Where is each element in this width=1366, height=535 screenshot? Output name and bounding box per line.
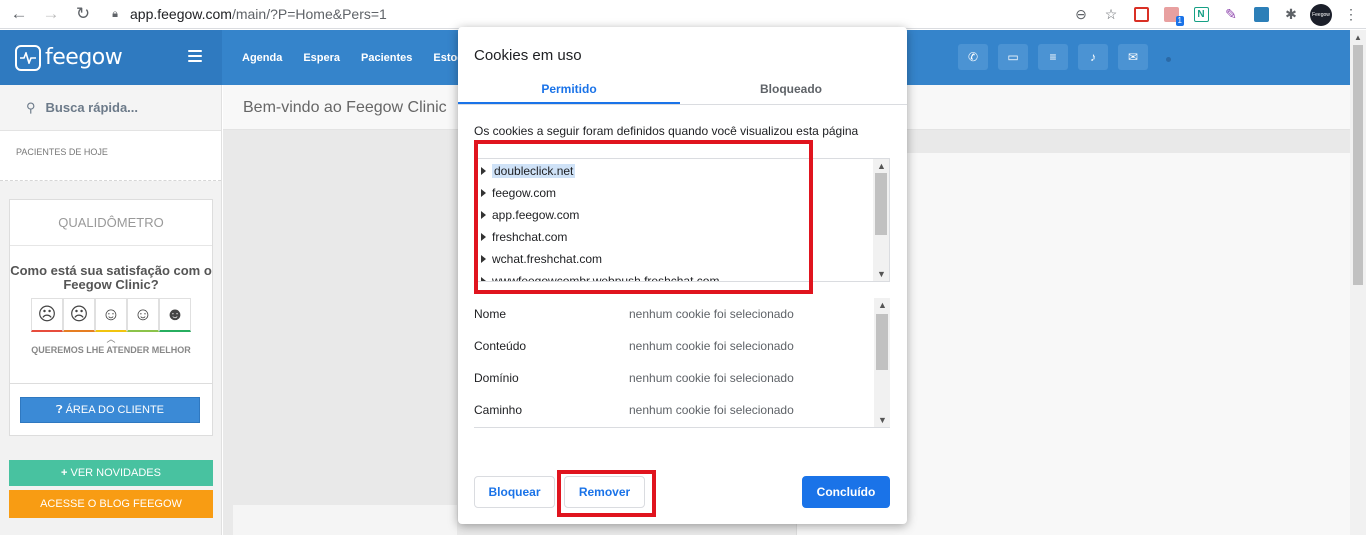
lock-icon[interactable]: 🔒︎ (108, 7, 122, 21)
tab-permitido[interactable]: Permitido (458, 79, 680, 104)
scroll-down-icon[interactable]: ▼ (878, 415, 887, 425)
scroll-up-icon[interactable]: ▲ (878, 300, 887, 310)
blog-button[interactable]: ACESSE O BLOG FEEGOW (9, 490, 213, 518)
detail-row: Domínio nenhum cookie foi selecionado (474, 362, 890, 394)
address-bar[interactable]: app.feegow.com/main/?P=Home&Pers=1 (130, 6, 387, 22)
very-sad-face-icon[interactable]: ☹ (31, 298, 63, 332)
question-circle-icon: ❓︎ (55, 403, 63, 416)
detail-row: Conteúdo nenhum cookie foi selecionado (474, 330, 890, 362)
tab-bloqueado[interactable]: Bloqueado (680, 79, 902, 104)
card-icon[interactable]: ≡ (1038, 44, 1068, 70)
neutral-face-icon[interactable]: ☺ (95, 298, 127, 332)
scroll-up-icon[interactable]: ▲ (877, 161, 886, 171)
zoom-icon[interactable]: ⊖ (1066, 0, 1096, 29)
client-area-button[interactable]: ❓︎ ÁREA DO CLIENTE (20, 397, 200, 423)
quick-search[interactable]: ⚲ Busca rápida... (0, 85, 221, 131)
detail-key: Domínio (474, 371, 519, 385)
nav-pacientes[interactable]: Pacientes (361, 52, 412, 64)
forward-icon[interactable]: → (38, 1, 64, 27)
nav-agenda[interactable]: Agenda (242, 52, 282, 64)
sidebar: ⚲ Busca rápida... PACIENTES DE HOJE QUAL… (0, 85, 222, 535)
client-area-label: ÁREA DO CLIENTE (65, 404, 165, 416)
detail-value: nenhum cookie foi selecionado (629, 403, 794, 417)
extension-cast-icon[interactable] (1126, 0, 1156, 29)
pulse-logo-icon (15, 44, 41, 71)
logo-text: feegow (45, 45, 123, 70)
chat-icon[interactable]: ✉ (1118, 44, 1148, 70)
plus-icon: + (61, 467, 68, 479)
page-scrollbar[interactable]: ▲ (1350, 30, 1366, 535)
back-icon[interactable]: ← (6, 1, 32, 27)
nav-espera[interactable]: Espera (303, 52, 340, 64)
url-path: /main/?P=Home&Pers=1 (231, 6, 387, 22)
sad-face-icon[interactable]: ☹ (63, 298, 95, 332)
extension-badge: 1 (1175, 16, 1184, 26)
detail-row: Nome nenhum cookie foi selecionado (474, 298, 890, 330)
cookie-details: Nome nenhum cookie foi selecionado Conteú… (474, 298, 890, 428)
extension-n-icon[interactable]: N (1186, 0, 1216, 29)
dialog-description: Os cookies a seguir foram definidos quan… (474, 124, 859, 138)
highlight-box-domains (474, 140, 813, 294)
star-icon[interactable]: ☆ (1096, 0, 1126, 29)
tree-scrollbar[interactable]: ▲ ▼ (873, 159, 889, 281)
detail-key: Caminho (474, 403, 523, 417)
news-button[interactable]: + VER NOVIDADES (9, 460, 213, 486)
detail-row: Caminho nenhum cookie foi selecionado (474, 394, 890, 426)
qualidometro-title: QUALIDÔMETRO (10, 200, 212, 246)
dialog-tabs: Permitido Bloqueado (458, 79, 907, 105)
qualidometro-panel: QUALIDÔMETRO Como está sua satisfação co… (9, 199, 213, 384)
reload-icon[interactable]: ↻ (70, 1, 96, 27)
details-scrollbar[interactable]: ▲ ▼ (874, 298, 890, 427)
scroll-up-icon[interactable]: ▲ (1354, 33, 1362, 42)
qualidometro-subtitle: QUEREMOS LHE ATENDER MELHOR (31, 345, 191, 355)
highlight-box-remove (557, 470, 656, 517)
bell-icon[interactable]: ♪ (1078, 44, 1108, 70)
extension-badge-icon[interactable]: 1 (1156, 0, 1186, 29)
content-card-left (233, 505, 457, 535)
inbox-icon[interactable]: ▭ (998, 44, 1028, 70)
extension-image-icon[interactable] (1246, 0, 1276, 29)
url-host: app.feegow.com (130, 6, 232, 22)
block-button[interactable]: Bloquear (474, 476, 555, 508)
chevron-up-icon: ︿ (106, 334, 116, 344)
phone-icon[interactable]: ✆ (958, 44, 988, 70)
profile-avatar[interactable]: Feegow (1306, 0, 1336, 29)
detail-key: Conteúdo (474, 339, 527, 353)
very-happy-face-icon[interactable]: ☻ (159, 298, 191, 332)
satisfaction-faces: ☹ ☹ ☺ ☺ ☻ (31, 298, 191, 332)
hamburger-menu-icon[interactable] (188, 50, 202, 62)
extensions-puzzle-icon[interactable]: ✱ (1276, 0, 1306, 29)
news-label: VER NOVIDADES (70, 467, 161, 479)
scroll-down-icon[interactable]: ▼ (877, 269, 886, 279)
done-button[interactable]: Concluído (802, 476, 890, 508)
detail-value: nenhum cookie foi selecionado (629, 339, 794, 353)
scroll-thumb[interactable] (1353, 45, 1363, 285)
search-icon: ⚲ (26, 99, 36, 115)
dialog-title: Cookies em uso (474, 47, 582, 64)
detail-value: nenhum cookie foi selecionado (629, 371, 794, 385)
detail-key: Nome (474, 307, 507, 321)
status-dot (1166, 57, 1171, 62)
browser-toolbar: ← → ↻ 🔒︎ app.feegow.com/main/?P=Home&Per… (0, 0, 1366, 29)
happy-face-icon[interactable]: ☺ (127, 298, 159, 332)
quick-search-label: Busca rápida... (45, 100, 139, 115)
satisfaction-question: Como está sua satisfação com o Feegow Cl… (10, 263, 212, 292)
today-patients-label: PACIENTES DE HOJE (0, 131, 221, 181)
detail-value: nenhum cookie foi selecionado (629, 307, 794, 321)
logo-area: feegow (0, 30, 222, 85)
extension-feather-icon[interactable]: ✎ (1216, 0, 1246, 29)
menu-kebab-icon[interactable]: ⋮ (1336, 0, 1366, 29)
details-scroll-thumb[interactable] (876, 314, 888, 370)
tree-scroll-thumb[interactable] (875, 173, 887, 235)
